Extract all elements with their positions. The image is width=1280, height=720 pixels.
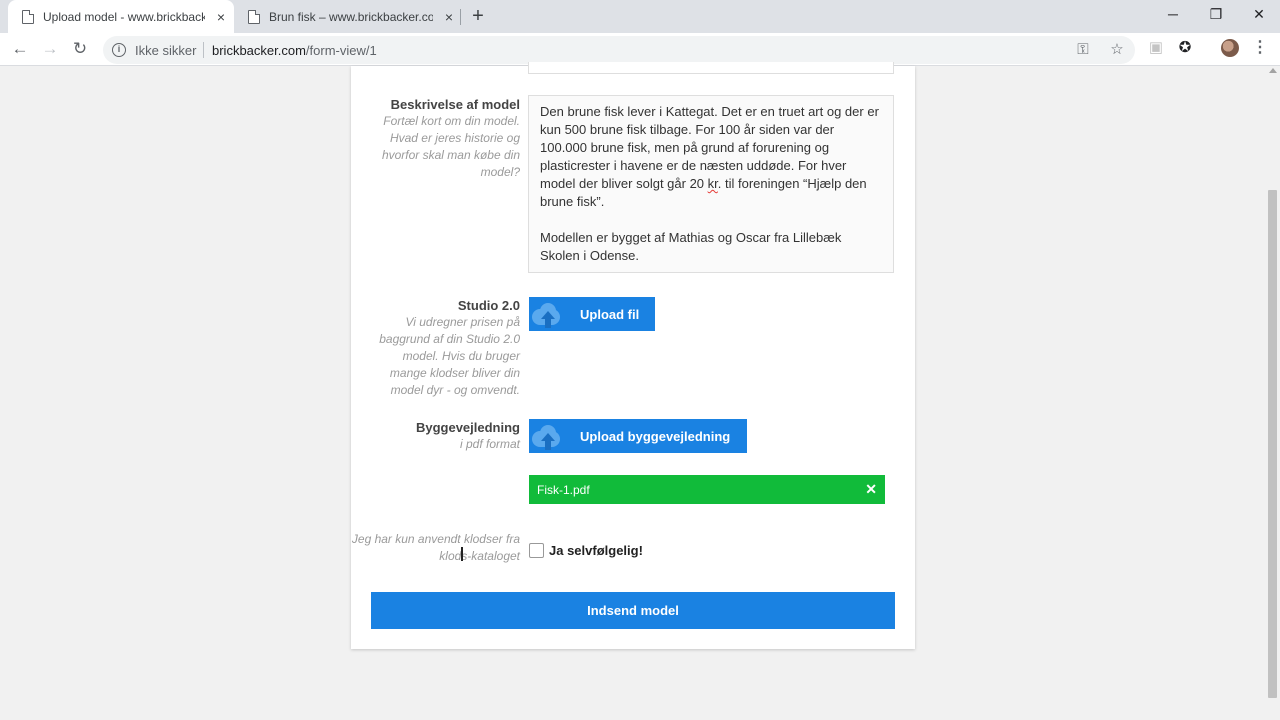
instructions-label-group: Byggevejledning i pdf format	[351, 419, 520, 453]
url-path: /form-view/1	[305, 43, 377, 58]
tab-brun-fisk[interactable]: Brun fisk – www.brickbacker.com ×	[234, 0, 460, 33]
back-button[interactable]: ←	[8, 37, 32, 61]
upload-form: Beskrivelse af model Fortæl kort om din …	[351, 62, 915, 649]
tab-title: Upload model - www.brickbacker.com	[43, 9, 205, 24]
scroll-thumb[interactable]	[1268, 190, 1277, 698]
submit-model-button[interactable]: Indsend model	[371, 592, 895, 629]
page-scrollbar[interactable]	[1266, 66, 1280, 720]
info-icon[interactable]: i	[112, 43, 126, 57]
uploaded-file-name: Fisk-1.pdf	[537, 482, 590, 497]
url-text[interactable]: brickbacker.com/form-view/1	[212, 43, 377, 58]
upload-instructions-label: Upload byggevejledning	[580, 428, 731, 444]
menu-icon[interactable]: ⋮	[1252, 37, 1268, 59]
extension-pdf-icon[interactable]: ▣	[1146, 37, 1166, 59]
description-paragraph-1: Den brune fisk lever i Kattegat. Det er …	[540, 103, 882, 211]
instructions-label: Byggevejledning	[415, 420, 520, 435]
page-viewport: Beskrivelse af model Fortæl kort om din …	[0, 62, 1280, 720]
text-cursor	[461, 547, 463, 561]
studio-hint: Vi udregner prisen på baggrund af din St…	[379, 315, 520, 397]
url-separator	[203, 42, 204, 58]
document-icon	[22, 9, 34, 24]
tab-close-icon[interactable]: ×	[213, 9, 229, 25]
forward-button[interactable]: →	[38, 37, 62, 61]
uploaded-file-chip: Fisk-1.pdf ✕	[529, 475, 885, 504]
studio-label: Studio 2.0	[457, 298, 520, 313]
bricks-confirm-row[interactable]: Ja selvfølgelig!	[529, 543, 643, 558]
reload-button[interactable]: ↻	[68, 37, 92, 61]
description-paragraph-2: Modellen er bygget af Mathias og Oscar f…	[540, 230, 842, 263]
studio-label-group: Studio 2.0 Vi udregner prisen på baggrun…	[351, 297, 520, 399]
description-hint: Fortæl kort om din model. Hvad er jeres …	[381, 114, 520, 179]
upload-studio-file-button[interactable]: Upload fil	[529, 297, 655, 331]
bricks-confirm-checkbox[interactable]	[529, 543, 544, 558]
profile-avatar[interactable]	[1221, 39, 1239, 57]
bricks-confirm-label-group: Jeg har kun anvendt klodser fra klods-ka…	[351, 531, 520, 565]
url-host: brickbacker.com	[212, 43, 306, 58]
description-label: Beskrivelse af model	[390, 97, 520, 112]
scroll-up-arrow-icon[interactable]	[1269, 68, 1277, 73]
address-bar[interactable]: i Ikke sikker brickbacker.com/form-view/…	[103, 36, 1135, 64]
tab-upload-model[interactable]: Upload model - www.brickbacker.com ×	[8, 0, 234, 33]
remove-file-icon[interactable]: ✕	[865, 481, 877, 498]
minimize-button[interactable]: ─	[1151, 0, 1195, 28]
upload-file-label: Upload fil	[580, 306, 640, 322]
upload-instructions-button[interactable]: Upload byggevejledning	[529, 419, 747, 453]
tab-close-icon[interactable]: ×	[441, 9, 457, 25]
tab-separator	[460, 9, 461, 25]
restore-button[interactable]: ❐	[1194, 0, 1238, 28]
key-icon[interactable]: ⚿	[1073, 40, 1093, 60]
star-icon[interactable]: ☆	[1107, 40, 1127, 60]
bricks-confirm-hint: Jeg har kun anvendt klodser fra klods-ka…	[351, 532, 520, 563]
instructions-hint: i pdf format	[459, 437, 520, 451]
extension-icon[interactable]: ✪	[1175, 37, 1195, 59]
new-tab-button[interactable]: +	[467, 5, 489, 27]
bricks-confirm-label[interactable]: Ja selvfølgelig!	[549, 543, 643, 558]
tab-strip: Upload model - www.brickbacker.com × Bru…	[0, 0, 1280, 33]
security-label[interactable]: Ikke sikker	[135, 43, 196, 58]
previous-input-field[interactable]	[528, 62, 894, 74]
description-textarea[interactable]: Den brune fisk lever i Kattegat. Det er …	[528, 95, 894, 273]
cloud-upload-icon	[529, 419, 561, 453]
tab-title: Brun fisk – www.brickbacker.com	[269, 9, 433, 24]
spellcheck-word: kr	[707, 176, 718, 191]
document-icon	[248, 9, 260, 24]
description-label-group: Beskrivelse af model Fortæl kort om din …	[351, 96, 520, 181]
cloud-upload-icon	[529, 297, 561, 331]
close-window-button[interactable]: ✕	[1237, 0, 1280, 28]
